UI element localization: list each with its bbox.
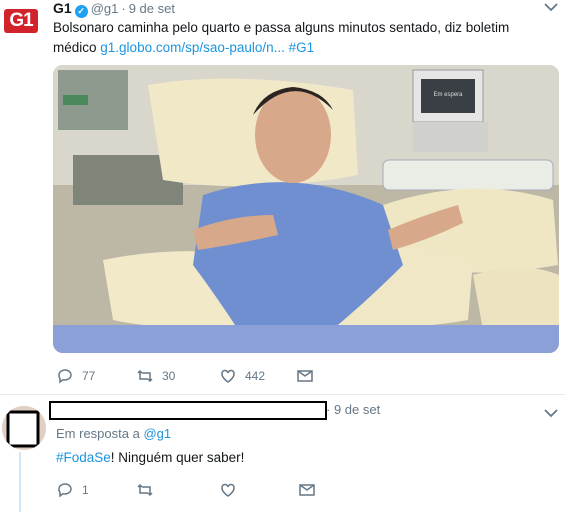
retweet-button[interactable]: 30	[136, 367, 175, 385]
retweet-icon	[137, 483, 153, 497]
replying-to: Em resposta a @g1	[56, 426, 171, 441]
separator-dot: ·	[121, 1, 126, 16]
reply-date[interactable]: 9 de set	[334, 402, 380, 417]
separator-dot: ·	[326, 402, 331, 417]
heart-icon	[221, 369, 235, 383]
reply-count: 77	[82, 369, 96, 383]
reply-icon	[58, 483, 72, 498]
thread-line	[19, 452, 21, 512]
reply-button[interactable]: 77	[56, 367, 95, 385]
chevron-down-icon[interactable]	[544, 408, 558, 421]
tweet-photo[interactable]: Em espera	[53, 65, 559, 353]
redacted-author-box	[49, 401, 327, 420]
author-handle[interactable]: @g1	[91, 1, 119, 16]
reply-button[interactable]: 1	[56, 481, 89, 499]
reply-actions: 1	[56, 481, 356, 501]
tweet-date[interactable]: 9 de set	[129, 1, 175, 16]
like-button[interactable]	[219, 481, 237, 499]
replying-to-label: Em resposta a	[56, 426, 140, 441]
message-button[interactable]	[296, 367, 314, 385]
g1-logo[interactable]: G1	[4, 9, 38, 33]
like-button[interactable]: 442	[219, 367, 265, 385]
avatar[interactable]	[2, 406, 46, 450]
envelope-icon	[299, 484, 315, 496]
reply-count: 1	[82, 483, 89, 497]
like-count: 442	[245, 369, 266, 383]
retweet-count: 30	[162, 369, 176, 383]
reply-meta: · 9 de set	[326, 402, 380, 417]
reply-text: #FodaSe! Ninguém quer saber!	[56, 450, 244, 465]
retweet-icon	[137, 369, 153, 383]
message-button[interactable]	[298, 481, 316, 499]
author-name[interactable]: G1	[53, 0, 72, 16]
tweet-hashtag[interactable]: #G1	[289, 40, 315, 55]
tweet-link[interactable]: g1.globo.com/sp/sao-paulo/n...	[100, 40, 285, 55]
reply-body: ! Ninguém quer saber!	[110, 450, 245, 465]
retweet-button[interactable]	[136, 481, 154, 499]
tweet-header: G1 ✓ @g1 · 9 de set	[53, 0, 175, 18]
tweet-text: Bolsonaro caminha pelo quarto e passa al…	[53, 18, 543, 58]
divider	[0, 394, 565, 395]
replying-to-handle[interactable]: @g1	[143, 426, 171, 441]
monitor-screen-text: Em espera	[433, 92, 463, 98]
reply-icon	[58, 369, 72, 384]
chevron-down-icon[interactable]	[544, 2, 558, 15]
verified-badge-icon: ✓	[74, 5, 88, 18]
heart-icon	[221, 483, 235, 497]
tweet-actions: 77 30 442	[56, 367, 356, 387]
reply-hashtag[interactable]: #FodaSe	[56, 450, 111, 465]
envelope-icon	[297, 370, 313, 382]
